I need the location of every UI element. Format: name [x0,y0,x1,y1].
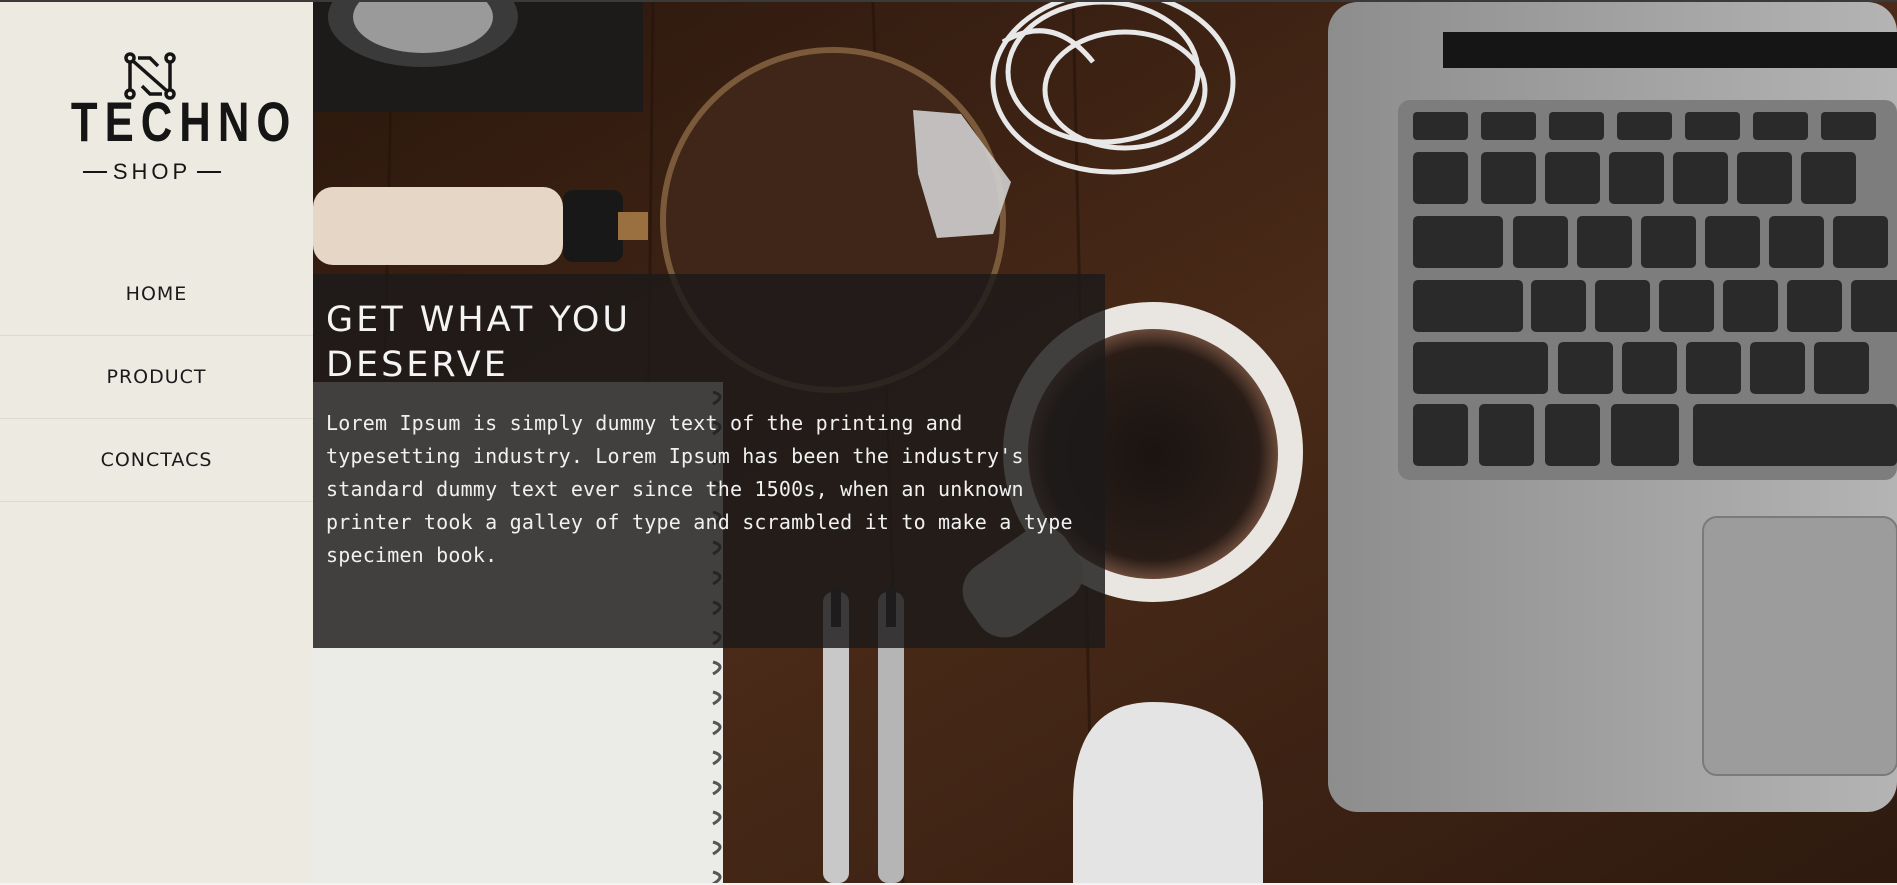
hero-caption: GET WHAT YOU DESERVE Lorem Ipsum is simp… [313,274,1105,648]
hero-body-text: Lorem Ipsum is simply dummy text of the … [326,411,1073,567]
nav-item-contacts[interactable]: CONCTACS [0,419,313,502]
brand-tagline-text: SHOP [112,159,192,184]
nav-item-label: HOME [125,283,188,305]
main-nav: HOME PRODUCT CONCTACS [0,253,313,502]
tagline-dash-right [197,171,222,173]
tagline-dash-left [82,171,107,173]
brand-tagline: SHOP [48,159,256,184]
nav-item-label: PRODUCT [106,366,207,388]
brand-name: TECHNO [70,90,298,153]
sidebar: TECHNO SHOP HOME PRODUCT CONCTACS [0,2,313,883]
hero-heading: GET WHAT YOU DESERVE [326,300,632,385]
nav-item-home[interactable]: HOME [0,253,313,336]
nav-item-product[interactable]: PRODUCT [0,336,313,419]
brand-logo[interactable]: TECHNO SHOP [48,50,298,190]
nav-item-label: CONCTACS [100,449,213,471]
